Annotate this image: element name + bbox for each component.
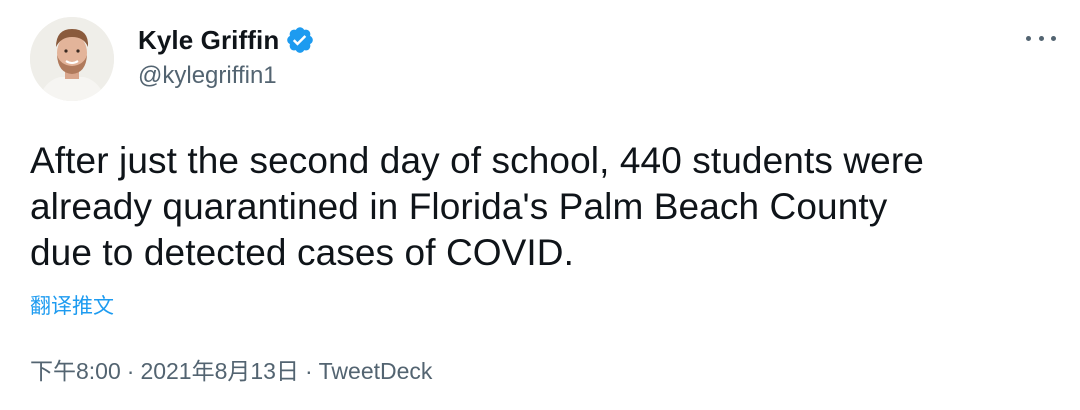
- tweet-client[interactable]: TweetDeck: [319, 358, 433, 384]
- translate-tweet-link[interactable]: 翻译推文: [30, 290, 114, 320]
- more-dot: [1038, 35, 1044, 41]
- tweet-time[interactable]: 下午8:00: [30, 358, 121, 384]
- author-display-name[interactable]: Kyle Griffin: [138, 25, 279, 56]
- tweet-text-line: due to detected cases of COVID.: [30, 232, 575, 273]
- tweet-text-line: After just the second day of school, 440…: [30, 140, 924, 181]
- verified-badge-icon: [285, 25, 315, 55]
- more-dot: [1051, 35, 1056, 41]
- tweet-card: Kyle Griffin @kylegriffin1 After just th…: [0, 0, 1080, 410]
- tweet-text: After just the second day of school, 440…: [30, 138, 1060, 276]
- meta-separator: ·: [126, 358, 135, 384]
- tweet-text-line: already quarantined in Florida's Palm Be…: [30, 186, 888, 227]
- tweet-meta: 下午8:00 · 2021年8月13日 · TweetDeck: [30, 352, 432, 386]
- meta-separator: ·: [304, 358, 313, 384]
- avatar-image: [30, 17, 114, 101]
- tweet-date[interactable]: 2021年8月13日: [140, 358, 299, 384]
- author-block: Kyle Griffin @kylegriffin1: [138, 24, 315, 90]
- author-name-row: Kyle Griffin: [138, 24, 315, 56]
- author-handle[interactable]: @kylegriffin1: [138, 62, 315, 90]
- more-options-icon[interactable]: [1026, 28, 1056, 48]
- more-dot: [1026, 35, 1031, 41]
- avatar[interactable]: [30, 17, 114, 101]
